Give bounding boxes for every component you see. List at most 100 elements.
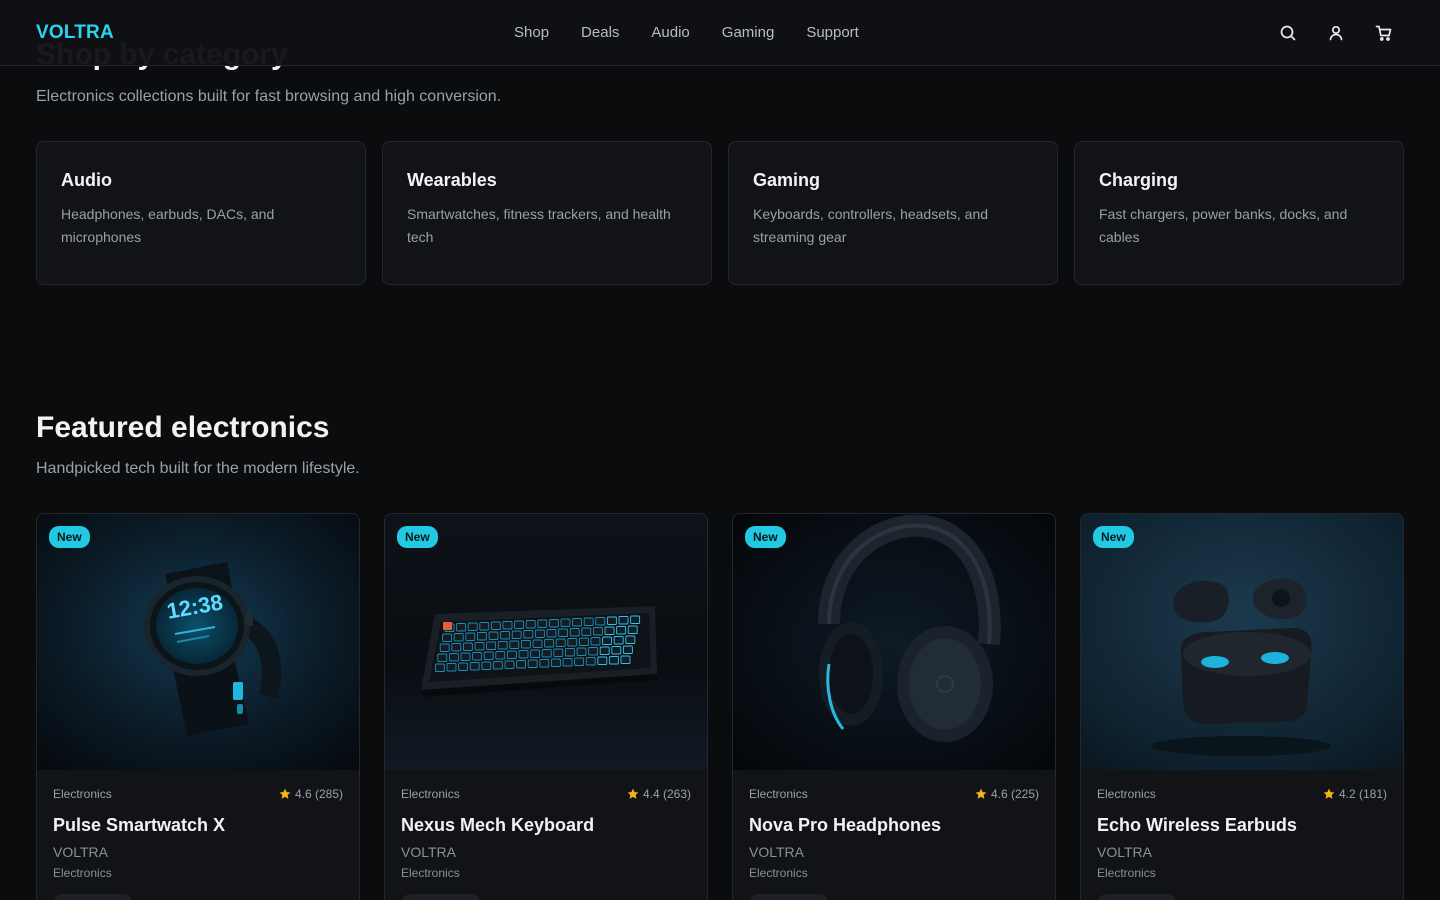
keyboard-key: [544, 639, 555, 648]
product-name[interactable]: Nova Pro Headphones: [749, 815, 1039, 836]
headphones-illustration: [733, 514, 1055, 770]
keyboard-key: [456, 623, 467, 632]
product-subcategory: Electronics: [401, 866, 460, 880]
keyboard-key: [548, 619, 559, 628]
keyboard-key: [550, 658, 561, 667]
product-image-keyboard[interactable]: New: [385, 514, 707, 770]
category-description: Headphones, earbuds, DACs, and microphon…: [61, 206, 275, 245]
user-icon[interactable]: [1326, 23, 1346, 43]
product-image-headphones[interactable]: New: [733, 514, 1055, 770]
keyboard-key: [562, 658, 573, 667]
header-actions: [1250, 23, 1394, 43]
product-action-button[interactable]: [401, 894, 481, 900]
keyboard-key: [576, 647, 587, 656]
category-description: Keyboards, controllers, headsets, and st…: [753, 206, 989, 245]
keyboard-key: [606, 616, 617, 625]
keyboard-key: [479, 622, 490, 631]
product-rating: 4.6 (225): [975, 787, 1039, 801]
product-card-smartwatch[interactable]: New 12:38 Electronics 4.6 (285) Pulse Sm…: [36, 513, 360, 900]
product-subcategory: Electronics: [53, 866, 112, 880]
keyboard-key: [597, 656, 608, 665]
category-title: Audio: [61, 170, 112, 190]
keyboard-key: [525, 620, 536, 629]
product-image-smartwatch[interactable]: New 12:38: [37, 514, 359, 770]
keyboard-key: [567, 638, 578, 647]
keyboard-key: [613, 636, 624, 645]
keyboard-key: [608, 656, 619, 665]
keyboard-key: [572, 618, 583, 627]
product-name[interactable]: Echo Wireless Earbuds: [1097, 815, 1387, 836]
keyboard-key: [495, 651, 506, 660]
new-badge: New: [1093, 526, 1134, 548]
earbuds-illustration: [1081, 514, 1403, 770]
nav-gaming[interactable]: Gaming: [722, 24, 775, 41]
keyboard-key: [502, 621, 513, 630]
product-action-button[interactable]: [1097, 894, 1177, 900]
rating-text: 4.6 (225): [990, 787, 1039, 801]
nav-support[interactable]: Support: [806, 24, 859, 41]
category-card-gaming[interactable]: Gaming Keyboards, controllers, headsets,…: [728, 141, 1058, 285]
keyboard-key: [476, 632, 487, 641]
keyboard-key: [620, 655, 631, 664]
product-card-earbuds[interactable]: New Electronics 4.2 (181) Echo Wireless …: [1080, 513, 1404, 900]
keyboard-key: [627, 625, 638, 634]
keyboard-key: [514, 620, 525, 629]
product-info: Electronics 4.4 (263) Nexus Mech Keyboar…: [385, 770, 707, 900]
new-badge: New: [745, 526, 786, 548]
keyboard-key: [469, 662, 480, 671]
product-action-button[interactable]: [53, 894, 133, 900]
cart-icon[interactable]: [1374, 23, 1394, 43]
keyboard-illustration: [385, 514, 707, 770]
nav-shop[interactable]: Shop: [514, 24, 549, 41]
featured-subtitle: Handpicked tech built for the modern lif…: [36, 460, 360, 477]
category-grid: Audio Headphones, earbuds, DACs, and mic…: [36, 141, 1404, 285]
keyboard-key: [590, 637, 601, 646]
keyboard-key: [453, 633, 464, 642]
product-rating: 4.2 (181): [1323, 787, 1387, 801]
star-icon: [627, 788, 639, 799]
keyboard-key: [486, 641, 497, 650]
keyboard-key: [467, 622, 478, 631]
product-card-keyboard[interactable]: New Electronics 4.4 (263) Nexus Mech Key…: [384, 513, 708, 900]
rating-text: 4.6 (285): [294, 787, 343, 801]
product-action-button[interactable]: [749, 894, 829, 900]
product-subcategory: Electronics: [1097, 866, 1156, 880]
product-category: Electronics: [401, 787, 460, 801]
keyboard-key: [492, 661, 503, 670]
keyboard-key: [588, 647, 599, 656]
featured-title: Featured electronics: [36, 411, 330, 444]
product-name[interactable]: Pulse Smartwatch X: [53, 815, 343, 836]
categories-subtitle: Electronics collections built for fast b…: [36, 88, 502, 105]
star-icon: [1323, 788, 1335, 799]
product-category: Electronics: [1097, 787, 1156, 801]
search-icon[interactable]: [1278, 23, 1298, 43]
product-image-earbuds[interactable]: New: [1081, 514, 1403, 770]
keyboard-key: [462, 642, 473, 651]
brand-logo[interactable]: VOLTRA: [36, 22, 114, 44]
category-title: Gaming: [753, 170, 821, 190]
category-card-charging[interactable]: Charging Fast chargers, power banks, doc…: [1074, 141, 1404, 285]
category-card-audio[interactable]: Audio Headphones, earbuds, DACs, and mic…: [36, 141, 366, 285]
star-icon: [975, 788, 987, 799]
category-card-wearables[interactable]: Wearables Smartwatches, fitness trackers…: [382, 141, 712, 285]
keyboard-key: [511, 630, 522, 639]
keyboard-key: [506, 650, 517, 659]
keyboard-key: [602, 636, 613, 645]
star-icon: [279, 788, 291, 799]
product-card-headphones[interactable]: New Electronics 4.6 (225) Nova Pro Headp…: [732, 513, 1056, 900]
product-rating: 4.4 (263): [627, 787, 691, 801]
product-info: Electronics 4.6 (225) Nova Pro Headphone…: [733, 770, 1055, 900]
keyboard-key: [546, 629, 557, 638]
keyboard-key: [574, 657, 585, 666]
category-description: Fast chargers, power banks, docks, and c…: [1099, 206, 1348, 245]
keyboard-key: [592, 627, 603, 636]
nav-audio[interactable]: Audio: [651, 24, 689, 41]
keyboard-key: [509, 640, 520, 649]
product-name[interactable]: Nexus Mech Keyboard: [401, 815, 691, 836]
keyboard-key: [472, 652, 483, 661]
nav-deals[interactable]: Deals: [581, 24, 619, 41]
keyboard-key: [539, 659, 550, 668]
keyboard-key: [581, 627, 592, 636]
keyboard-key: [481, 661, 492, 670]
keyboard-key: [553, 648, 564, 657]
